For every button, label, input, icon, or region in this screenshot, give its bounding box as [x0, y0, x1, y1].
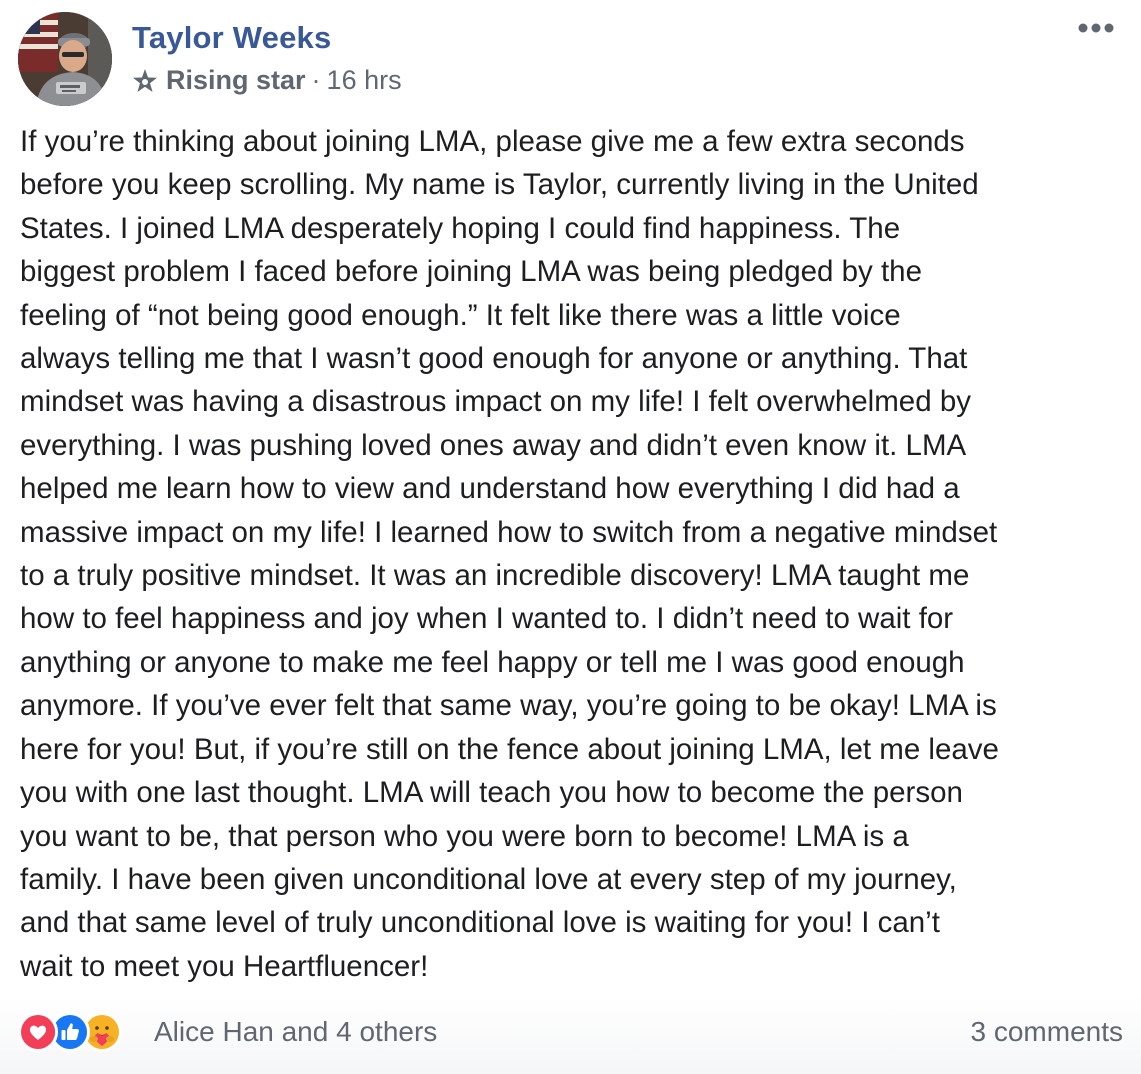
- more-options-button[interactable]: [1074, 16, 1118, 44]
- comments-link[interactable]: 3 comments: [971, 1016, 1124, 1048]
- post-body: If you’re thinking about joining LMA, pl…: [20, 125, 999, 983]
- reaction-icons: [18, 1010, 148, 1054]
- love-reaction-icon: [18, 1012, 58, 1052]
- reactions-summary[interactable]: Alice Han and 4 others: [18, 1010, 437, 1054]
- author-name[interactable]: Taylor Weeks: [132, 20, 331, 56]
- more-options-icon: [1076, 21, 1116, 39]
- badge-label[interactable]: Rising star: [166, 65, 306, 96]
- star-icon: [130, 66, 160, 96]
- avatar[interactable]: [18, 12, 112, 106]
- post-timestamp[interactable]: 16 hrs: [327, 65, 402, 96]
- reactors-text: Alice Han and 4 others: [154, 1016, 438, 1047]
- post-meta: Rising star · 16 hrs: [130, 65, 402, 96]
- meta-separator: ·: [311, 65, 321, 95]
- post-footer: Alice Han and 4 others 3 comments: [0, 996, 1141, 1074]
- post-header: Taylor Weeks Rising star · 16 hrs: [18, 12, 1128, 108]
- post-card: Taylor Weeks Rising star · 16 hrs If you…: [0, 0, 1141, 1074]
